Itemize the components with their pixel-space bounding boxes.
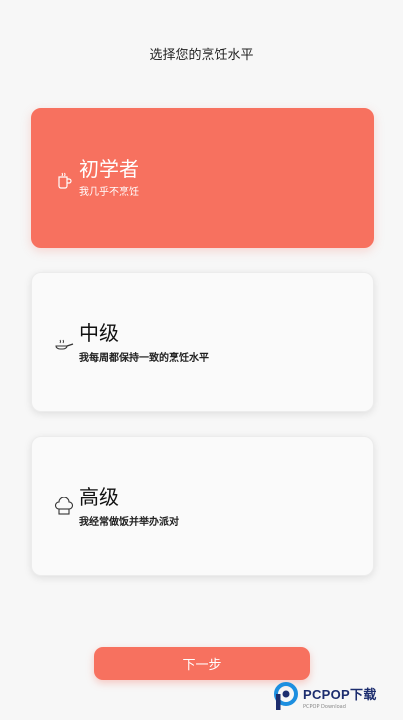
level-title: 初学者 [79, 157, 139, 181]
level-description: 我每周都保持一致的烹饪水平 [79, 353, 209, 364]
mug-icon [54, 171, 74, 191]
level-description: 我经常做饭并举办派对 [79, 517, 179, 528]
watermark-subtitle: PCPOP Download [303, 704, 346, 710]
watermark: PCPOP下载 PCPOP Download [273, 680, 399, 714]
chef-hat-icon [54, 496, 74, 517]
level-card-beginner[interactable]: 初学者 我几乎不烹饪 [31, 108, 374, 248]
level-description: 我几乎不烹饪 [79, 187, 139, 198]
watermark-brand: PCPOP下载 [303, 687, 377, 702]
frying-pan-icon [54, 335, 74, 355]
level-title: 高级 [79, 485, 119, 509]
level-title: 中级 [79, 321, 119, 345]
next-step-button[interactable]: 下一步 [94, 647, 310, 680]
pcpop-logo-icon [273, 682, 299, 712]
page-title: 选择您的烹饪水平 [149, 48, 254, 63]
level-card-intermediate[interactable]: 中级 我每周都保持一致的烹饪水平 [31, 272, 374, 412]
level-card-advanced[interactable]: 高级 我经常做饭并举办派对 [31, 436, 374, 576]
